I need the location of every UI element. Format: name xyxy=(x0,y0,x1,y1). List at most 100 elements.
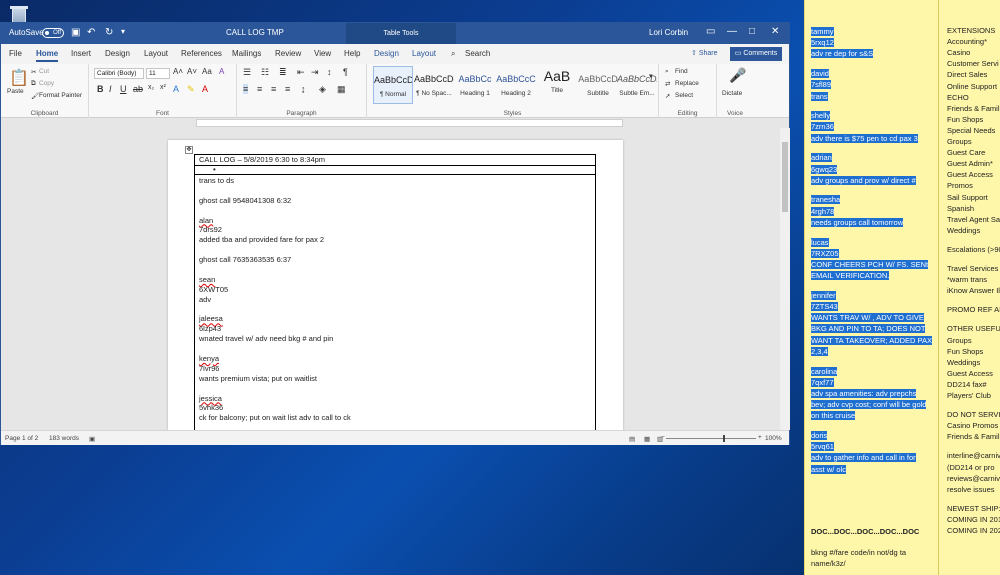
shrink-font-icon[interactable]: A˅ xyxy=(187,67,197,76)
call-log-table[interactable]: CALL LOG – 5/8/2019 6:30 to 8:34pm • tra… xyxy=(194,154,596,430)
sort-icon[interactable]: ↕ xyxy=(327,67,332,77)
word-count[interactable]: 183 words xyxy=(49,435,79,442)
grow-font-icon[interactable]: A˄ xyxy=(173,67,183,76)
style-normal[interactable]: AaBbCcDc ¶ Normal xyxy=(373,66,413,104)
replace-button[interactable]: Replace xyxy=(675,80,699,87)
tab-insert[interactable]: Insert xyxy=(71,49,91,58)
strikethrough-icon[interactable]: ab xyxy=(133,84,143,94)
paste-icon[interactable]: 📋 xyxy=(9,68,29,88)
select-button[interactable]: Select xyxy=(675,92,693,99)
zoom-in-icon[interactable]: + xyxy=(758,434,762,441)
align-right-icon[interactable]: ≡ xyxy=(271,84,276,94)
subscript-icon[interactable]: x₂ xyxy=(148,84,154,91)
font-name-box[interactable]: Calibri (Body) xyxy=(94,68,144,79)
copy-button[interactable]: Copy xyxy=(39,80,54,87)
tab-home[interactable]: Home xyxy=(36,49,59,62)
microphone-icon[interactable]: 🎤 xyxy=(729,67,746,84)
bullets-icon[interactable]: ☰ xyxy=(243,67,251,78)
italic-icon[interactable]: I xyxy=(109,84,112,94)
cut-icon[interactable]: ✂ xyxy=(31,68,36,76)
proofing-icon[interactable]: ▣ xyxy=(89,435,95,443)
autosave-toggle[interactable]: Off xyxy=(42,28,64,38)
table-bullet-cell[interactable]: • xyxy=(195,166,595,175)
increase-indent-icon[interactable]: ⇥ xyxy=(311,67,319,78)
read-mode-icon[interactable]: ▤ xyxy=(629,435,635,443)
zoom-level[interactable]: 100% xyxy=(765,435,782,442)
table-body-cell[interactable]: trans to ds ghost call 9548041308 6:32 a… xyxy=(195,175,595,424)
user-name[interactable]: Lori Corbin xyxy=(649,28,688,37)
maximize-icon[interactable]: □ xyxy=(749,26,755,37)
clear-formatting-icon[interactable]: A xyxy=(219,67,224,76)
highlight-icon[interactable]: ✎ xyxy=(187,84,195,95)
horizontal-ruler[interactable] xyxy=(1,118,789,128)
search-icon[interactable]: ⌕ xyxy=(451,49,455,59)
extension-line: Weddings xyxy=(947,225,981,235)
align-left-icon[interactable]: ≡ xyxy=(243,84,249,94)
find-button[interactable]: Find xyxy=(675,68,688,75)
close-icon[interactable]: ✕ xyxy=(771,26,779,37)
save-icon[interactable]: ▣ xyxy=(71,27,80,38)
borders-icon[interactable]: ▦ xyxy=(337,84,346,95)
tab-table-layout[interactable]: Layout xyxy=(412,49,436,58)
cut-button[interactable]: Cut xyxy=(39,68,49,75)
dictate-button[interactable]: Dictate xyxy=(722,90,742,97)
multilevel-list-icon[interactable]: ≣ xyxy=(279,67,287,78)
sticky-note-call-notes[interactable]: tammy 5rxq12 adv re dep for s&S david 7sfl89… xyxy=(804,0,938,575)
shading-icon[interactable]: ◈ xyxy=(319,84,326,95)
line-spacing-icon[interactable]: ↨ xyxy=(301,84,306,94)
superscript-icon[interactable]: x² xyxy=(160,84,166,91)
copy-icon[interactable]: ⧉ xyxy=(31,80,36,88)
styles-more-icon[interactable]: ▾ xyxy=(649,72,653,80)
table-move-handle-icon[interactable]: ✥ xyxy=(185,146,193,154)
style-subtitle[interactable]: AaBbCcD Subtitle xyxy=(578,66,618,104)
share-icon: ⇧ xyxy=(691,50,699,57)
justify-icon[interactable]: ≡ xyxy=(285,84,290,94)
undo-icon[interactable]: ↶ xyxy=(87,27,95,38)
replace-icon[interactable]: ⇄ xyxy=(665,80,670,88)
customize-qat-icon[interactable]: ▾ xyxy=(121,27,125,36)
font-color-icon[interactable]: A xyxy=(202,84,208,94)
page-count[interactable]: Page 1 of 2 xyxy=(5,435,38,442)
style-heading-2[interactable]: AaBbCcC Heading 2 xyxy=(496,66,536,104)
zoom-out-icon[interactable]: − xyxy=(661,434,665,441)
tab-view[interactable]: View xyxy=(314,49,331,58)
text-effects-icon[interactable]: A xyxy=(173,84,179,94)
style-heading-1[interactable]: AaBbCc Heading 1 xyxy=(455,66,495,104)
bold-icon[interactable]: B xyxy=(97,84,104,94)
document-area[interactable]: ✥ CALL LOG – 5/8/2019 6:30 to 8:34pm • t… xyxy=(1,128,780,430)
search-box[interactable]: Search xyxy=(465,49,490,58)
tab-mailings[interactable]: Mailings xyxy=(232,49,261,58)
redo-icon[interactable]: ↻ xyxy=(105,27,113,38)
vertical-scrollbar[interactable] xyxy=(780,128,790,430)
print-layout-icon[interactable]: ▦ xyxy=(644,435,650,443)
format-painter-button[interactable]: Format Painter xyxy=(39,92,82,99)
tab-references[interactable]: References xyxy=(181,49,222,58)
show-formatting-icon[interactable]: ¶ xyxy=(343,67,348,77)
change-case-icon[interactable]: Aa xyxy=(202,67,212,76)
style-title[interactable]: AaB Title xyxy=(537,66,577,104)
align-center-icon[interactable]: ≡ xyxy=(257,84,262,94)
underline-icon[interactable]: U xyxy=(120,84,127,94)
tab-review[interactable]: Review xyxy=(275,49,301,58)
numbering-icon[interactable]: ☷ xyxy=(261,67,269,78)
style-no-spacing[interactable]: AaBbCcDc ¶ No Spac... xyxy=(414,66,454,104)
tab-layout[interactable]: Layout xyxy=(144,49,168,58)
tab-table-design[interactable]: Design xyxy=(374,49,399,58)
find-icon[interactable]: ⌕ xyxy=(665,68,669,76)
sticky-note-extensions[interactable]: EXTENSIONS Accounting* Casino Customer Serv… xyxy=(938,0,1000,575)
zoom-slider[interactable] xyxy=(666,438,756,439)
tab-help[interactable]: Help xyxy=(344,49,360,58)
font-size-box[interactable]: 11 xyxy=(146,68,170,79)
minimize-icon[interactable]: — xyxy=(727,26,737,37)
paste-button[interactable]: Paste xyxy=(7,88,24,95)
tab-design[interactable]: Design xyxy=(105,49,130,58)
tab-file[interactable]: File xyxy=(9,49,22,58)
zoom-slider-thumb[interactable] xyxy=(723,435,725,442)
ribbon-display-icon[interactable]: ▭ xyxy=(706,26,715,37)
decrease-indent-icon[interactable]: ⇤ xyxy=(297,67,305,78)
comments-button[interactable]: ▭ Comments xyxy=(730,47,782,61)
select-icon[interactable]: ➚ xyxy=(665,92,670,100)
document-page[interactable]: ✥ CALL LOG – 5/8/2019 6:30 to 8:34pm • t… xyxy=(168,140,623,430)
table-header-cell[interactable]: CALL LOG – 5/8/2019 6:30 to 8:34pm xyxy=(195,155,595,166)
share-button[interactable]: ⇧ Share xyxy=(691,47,725,61)
